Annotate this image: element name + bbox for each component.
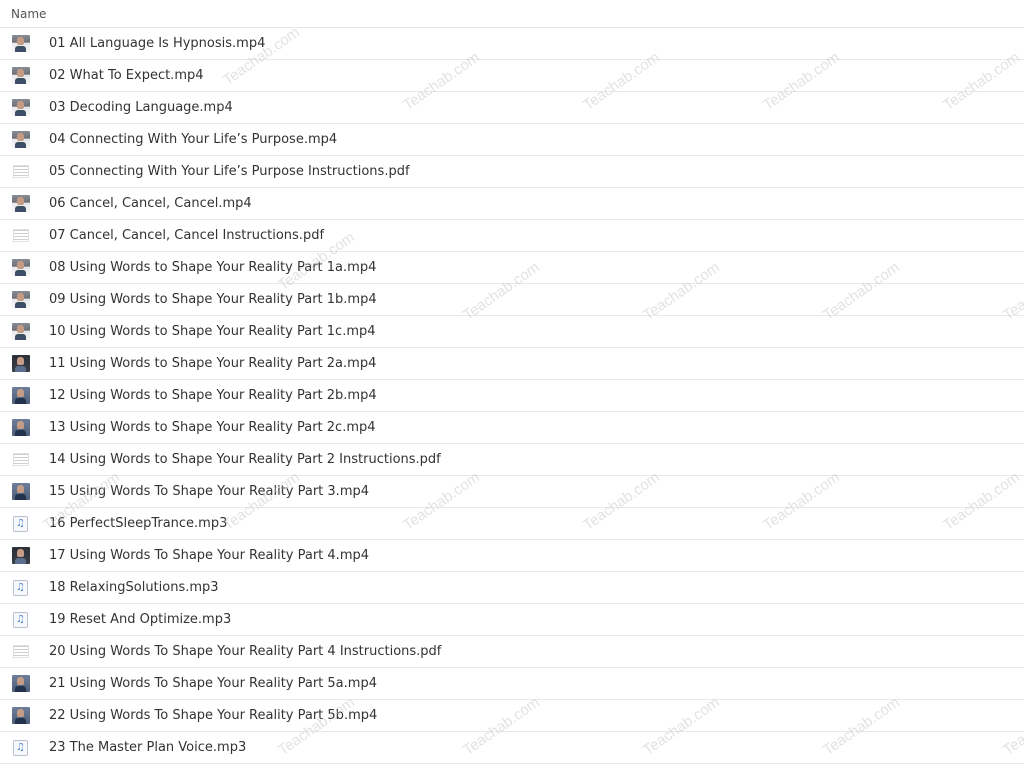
file-name[interactable]: 12 Using Words to Shape Your Reality Par… — [49, 380, 377, 411]
video-thumbnail-icon — [12, 707, 30, 724]
video-thumbnail-icon — [12, 99, 30, 116]
file-name[interactable]: 11 Using Words to Shape Your Reality Par… — [49, 348, 376, 379]
video-thumbnail-icon — [12, 67, 30, 84]
video-thumbnail-icon — [12, 675, 30, 692]
file-name[interactable]: 18 RelaxingSolutions.mp3 — [49, 572, 219, 603]
file-row[interactable]: 03 Decoding Language.mp4 — [0, 92, 1024, 124]
pdf-file-icon — [13, 229, 29, 242]
audio-file-icon: ♫ — [13, 612, 28, 628]
file-name[interactable]: 07 Cancel, Cancel, Cancel Instructions.p… — [49, 220, 324, 251]
file-name[interactable]: 23 The Master Plan Voice.mp3 — [49, 732, 246, 763]
pdf-file-icon — [13, 165, 29, 178]
audio-file-icon: ♫ — [13, 580, 28, 596]
file-name[interactable]: 20 Using Words To Shape Your Reality Par… — [49, 636, 441, 667]
music-note-icon: ♫ — [16, 582, 25, 593]
video-thumbnail-icon — [12, 259, 30, 276]
file-name[interactable]: 09 Using Words to Shape Your Reality Par… — [49, 284, 377, 315]
file-row[interactable]: ♫ 19 Reset And Optimize.mp3 — [0, 604, 1024, 636]
video-thumbnail-icon — [12, 387, 30, 404]
file-row[interactable]: 09 Using Words to Shape Your Reality Par… — [0, 284, 1024, 316]
file-name[interactable]: 13 Using Words to Shape Your Reality Par… — [49, 412, 376, 443]
audio-file-icon: ♫ — [13, 516, 28, 532]
file-name[interactable]: 05 Connecting With Your Life’s Purpose I… — [49, 156, 410, 187]
file-row[interactable]: 17 Using Words To Shape Your Reality Par… — [0, 540, 1024, 572]
music-note-icon: ♫ — [16, 518, 25, 529]
file-row[interactable]: 04 Connecting With Your Life’s Purpose.m… — [0, 124, 1024, 156]
file-row[interactable]: 08 Using Words to Shape Your Reality Par… — [0, 252, 1024, 284]
file-row[interactable]: 22 Using Words To Shape Your Reality Par… — [0, 700, 1024, 732]
file-row[interactable]: 11 Using Words to Shape Your Reality Par… — [0, 348, 1024, 380]
file-name[interactable]: 16 PerfectSleepTrance.mp3 — [49, 508, 227, 539]
video-thumbnail-icon — [12, 419, 30, 436]
pdf-file-icon — [13, 645, 29, 658]
file-name[interactable]: 08 Using Words to Shape Your Reality Par… — [49, 252, 376, 283]
file-name[interactable]: 21 Using Words To Shape Your Reality Par… — [49, 668, 377, 699]
file-row[interactable]: ♫ 23 The Master Plan Voice.mp3 — [0, 732, 1024, 764]
file-name[interactable]: 01 All Language Is Hypnosis.mp4 — [49, 28, 265, 59]
file-name[interactable]: 10 Using Words to Shape Your Reality Par… — [49, 316, 376, 347]
file-name[interactable]: 03 Decoding Language.mp4 — [49, 92, 233, 123]
file-row[interactable]: 01 All Language Is Hypnosis.mp4 — [0, 28, 1024, 60]
music-note-icon: ♫ — [16, 614, 25, 625]
file-row[interactable]: 12 Using Words to Shape Your Reality Par… — [0, 380, 1024, 412]
file-row[interactable]: 13 Using Words to Shape Your Reality Par… — [0, 412, 1024, 444]
file-name[interactable]: 17 Using Words To Shape Your Reality Par… — [49, 540, 369, 571]
pdf-file-icon — [13, 453, 29, 466]
file-row[interactable]: 05 Connecting With Your Life’s Purpose I… — [0, 156, 1024, 188]
file-name[interactable]: 22 Using Words To Shape Your Reality Par… — [49, 700, 377, 731]
video-thumbnail-icon — [12, 35, 30, 52]
music-note-icon: ♫ — [16, 742, 25, 753]
file-name[interactable]: 06 Cancel, Cancel, Cancel.mp4 — [49, 188, 252, 219]
file-row[interactable]: 02 What To Expect.mp4 — [0, 60, 1024, 92]
video-thumbnail-icon — [12, 195, 30, 212]
file-row[interactable]: 15 Using Words To Shape Your Reality Par… — [0, 476, 1024, 508]
file-name[interactable]: 19 Reset And Optimize.mp3 — [49, 604, 231, 635]
video-thumbnail-icon — [12, 291, 30, 308]
column-header-label: Name — [11, 7, 47, 21]
video-thumbnail-icon — [12, 547, 30, 564]
file-name[interactable]: 04 Connecting With Your Life’s Purpose.m… — [49, 124, 337, 155]
column-header-name[interactable]: Name — [0, 0, 1024, 28]
file-row[interactable]: 20 Using Words To Shape Your Reality Par… — [0, 636, 1024, 668]
file-row[interactable]: ♫ 18 RelaxingSolutions.mp3 — [0, 572, 1024, 604]
file-row[interactable]: 07 Cancel, Cancel, Cancel Instructions.p… — [0, 220, 1024, 252]
file-row[interactable]: 14 Using Words to Shape Your Reality Par… — [0, 444, 1024, 476]
file-name[interactable]: 02 What To Expect.mp4 — [49, 60, 204, 91]
file-list: 01 All Language Is Hypnosis.mp4 02 What T… — [0, 28, 1024, 764]
video-thumbnail-icon — [12, 355, 30, 372]
file-name[interactable]: 14 Using Words to Shape Your Reality Par… — [49, 444, 441, 475]
file-name[interactable]: 15 Using Words To Shape Your Reality Par… — [49, 476, 369, 507]
file-row[interactable]: 21 Using Words To Shape Your Reality Par… — [0, 668, 1024, 700]
video-thumbnail-icon — [12, 483, 30, 500]
audio-file-icon: ♫ — [13, 740, 28, 756]
file-row[interactable]: 10 Using Words to Shape Your Reality Par… — [0, 316, 1024, 348]
file-browser: Name 01 All Language Is Hypnosis.mp4 02 W… — [0, 0, 1024, 768]
video-thumbnail-icon — [12, 131, 30, 148]
video-thumbnail-icon — [12, 323, 30, 340]
file-row[interactable]: ♫ 16 PerfectSleepTrance.mp3 — [0, 508, 1024, 540]
file-row[interactable]: 06 Cancel, Cancel, Cancel.mp4 — [0, 188, 1024, 220]
